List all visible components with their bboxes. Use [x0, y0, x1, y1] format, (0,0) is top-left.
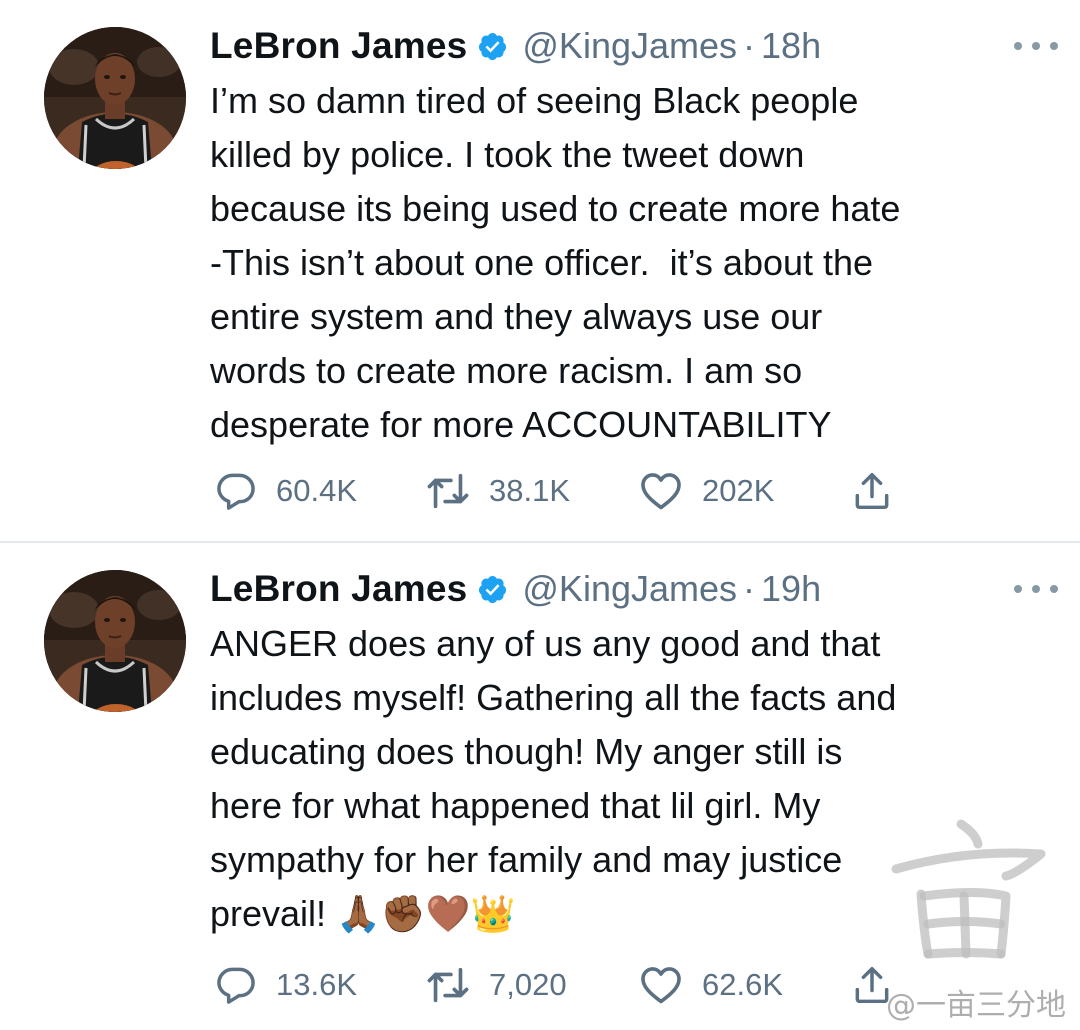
reply-icon — [214, 469, 258, 513]
avatar[interactable] — [44, 570, 186, 712]
retweet-button[interactable]: 38.1K — [425, 466, 570, 516]
more-dot — [1032, 42, 1040, 50]
author-handle[interactable]: @KingJames — [522, 568, 737, 610]
more-dot — [1050, 42, 1058, 50]
retweet-count: 7,020 — [489, 967, 567, 1002]
tweet-header: LeBron James @KingJames · 19h — [210, 565, 821, 613]
share-button[interactable] — [850, 466, 894, 516]
like-icon — [638, 468, 684, 514]
retweet-icon — [425, 468, 471, 514]
retweet-count: 38.1K — [489, 473, 571, 508]
retweet-button[interactable]: 7,020 — [425, 960, 567, 1010]
more-options-icon[interactable] — [1014, 36, 1058, 56]
tweet[interactable]: LeBron James @KingJames · 19h ANGER does… — [0, 543, 1080, 1030]
separator-dot: · — [743, 25, 756, 66]
tweet[interactable]: LeBron James @KingJames · 18h I’m so dam… — [0, 0, 1080, 541]
like-count: 202K — [702, 473, 775, 508]
reply-count: 60.4K — [276, 473, 358, 508]
tweet-header: LeBron James @KingJames · 18h — [210, 22, 821, 70]
like-button[interactable]: 62.6K — [638, 960, 783, 1010]
reply-button[interactable]: 60.4K — [214, 466, 357, 516]
verified-badge-icon — [477, 574, 508, 605]
author-name[interactable]: LeBron James — [210, 568, 467, 610]
tweet-actions: 13.6K 7,020 62.6K — [210, 960, 910, 1010]
author-handle[interactable]: @KingJames — [522, 25, 737, 67]
avatar-image — [44, 570, 186, 712]
more-options-icon[interactable] — [1014, 579, 1058, 599]
verified-badge-icon — [477, 31, 508, 62]
retweet-icon — [425, 962, 471, 1008]
more-dot — [1032, 585, 1040, 593]
tweet-text: I’m so damn tired of seeing Black people… — [210, 80, 901, 445]
tweet-text: ANGER does any of us any good and that i… — [210, 623, 897, 934]
tweet-timestamp[interactable]: 19h — [761, 568, 821, 610]
like-icon — [638, 962, 684, 1008]
like-button[interactable]: 202K — [638, 466, 774, 516]
more-dot — [1050, 585, 1058, 593]
share-icon — [850, 963, 894, 1007]
separator-dot: · — [743, 568, 756, 609]
like-count: 62.6K — [702, 967, 784, 1002]
author-name[interactable]: LeBron James — [210, 25, 467, 67]
tweet-timestamp[interactable]: 18h — [761, 25, 821, 67]
avatar-image — [44, 27, 186, 169]
avatar[interactable] — [44, 27, 186, 169]
reply-icon — [214, 963, 258, 1007]
reply-count: 13.6K — [276, 967, 358, 1002]
more-dot — [1014, 585, 1022, 593]
share-icon — [850, 469, 894, 513]
share-button[interactable] — [850, 960, 894, 1010]
tweet-actions: 60.4K 38.1K 202K — [210, 466, 910, 516]
more-dot — [1014, 42, 1022, 50]
reply-button[interactable]: 13.6K — [214, 960, 357, 1010]
